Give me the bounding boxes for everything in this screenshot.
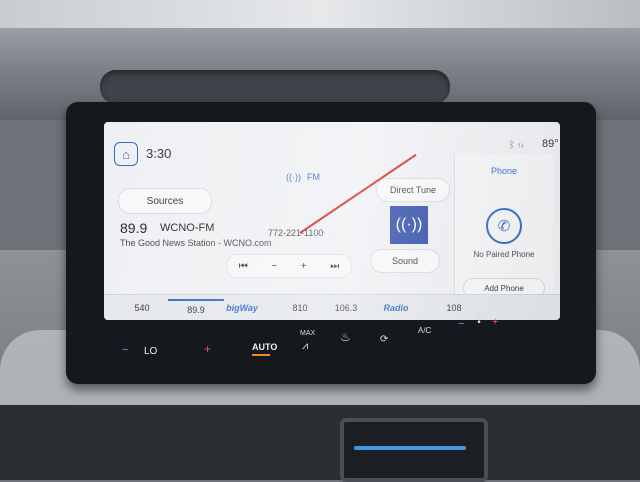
- fan-icon: ✣: [474, 312, 485, 326]
- home-button[interactable]: ⌂: [114, 142, 138, 166]
- preset-2[interactable]: bigWay: [222, 303, 262, 313]
- band-label: FM: [307, 172, 320, 182]
- seek-back-button[interactable]: ⏮: [239, 261, 248, 272]
- auto-indicator: [252, 354, 270, 356]
- preset-6[interactable]: 108: [434, 303, 474, 313]
- tuning-controls: ⏮ − + ⏭: [226, 254, 352, 278]
- infotainment-screen: ⌂ 3:30 ᛒ ⇅ 89° ((·)) FM Sources Direct Tu…: [104, 122, 560, 320]
- preset-4[interactable]: 106.3: [326, 303, 366, 313]
- ac-button[interactable]: A/C: [418, 326, 431, 335]
- heated-seat-icon[interactable]: ♨: [340, 330, 351, 344]
- status-icons: ᛒ ⇅: [509, 140, 524, 151]
- fan-up-button[interactable]: +: [492, 316, 498, 328]
- seek-forward-button[interactable]: ⏭: [330, 261, 339, 272]
- fan-down-button[interactable]: −: [458, 318, 464, 330]
- preset-3[interactable]: 810: [280, 303, 320, 313]
- home-icon: ⌂: [122, 146, 130, 162]
- antenna-icon: ((·)): [286, 172, 301, 182]
- dashboard-bottom: [0, 405, 640, 480]
- tune-down-button[interactable]: −: [271, 261, 277, 272]
- clock: 3:30: [146, 146, 172, 161]
- preset-0[interactable]: 540: [122, 303, 162, 313]
- bluetooth-icon: ᛒ: [509, 140, 515, 151]
- temp-up-button[interactable]: +: [204, 342, 211, 356]
- recirculation-icon[interactable]: ⟳: [380, 334, 388, 345]
- broadcast-icon: ((·)): [395, 216, 423, 233]
- station-artwork: ((·)): [390, 206, 428, 244]
- preset-1[interactable]: 89.9: [168, 299, 224, 315]
- no-paired-phone-label: No Paired Phone: [473, 250, 535, 259]
- tune-up-button[interactable]: +: [301, 261, 307, 272]
- climate-bar: − LO + AUTO MAX ⩘ ♨ ⟳ A/C − ✣ +: [104, 312, 560, 368]
- sources-button[interactable]: Sources: [118, 188, 212, 214]
- phone-title: Phone: [490, 166, 518, 176]
- phone-panel: Phone ✆ No Paired Phone Add Phone: [454, 154, 553, 298]
- driver-temp: LO: [144, 346, 158, 357]
- station-info: The Good News Station - WCNO.com: [120, 238, 272, 248]
- band-indicator: ((·)) FM: [286, 172, 320, 182]
- sound-button[interactable]: Sound: [370, 249, 440, 273]
- air-vent: [340, 418, 488, 482]
- windshield: [0, 0, 640, 28]
- dash-storage-slot: [100, 70, 450, 104]
- preset-5[interactable]: Radio: [376, 303, 416, 313]
- station-callsign: WCNO-FM: [160, 222, 215, 234]
- auto-climate-button[interactable]: AUTO: [252, 342, 277, 352]
- station-frequency: 89.9: [120, 220, 148, 236]
- temp-down-button[interactable]: −: [122, 344, 128, 356]
- phone-icon[interactable]: ✆: [486, 208, 522, 244]
- signal-icon: ⇅: [517, 140, 524, 151]
- max-defrost-label: MAX: [300, 330, 316, 337]
- direct-tune-button[interactable]: Direct Tune: [376, 178, 450, 202]
- faint-station-logo: · · ·: [316, 228, 334, 237]
- outside-temperature: 89°: [542, 138, 559, 150]
- defrost-icon[interactable]: ⩘: [302, 340, 308, 353]
